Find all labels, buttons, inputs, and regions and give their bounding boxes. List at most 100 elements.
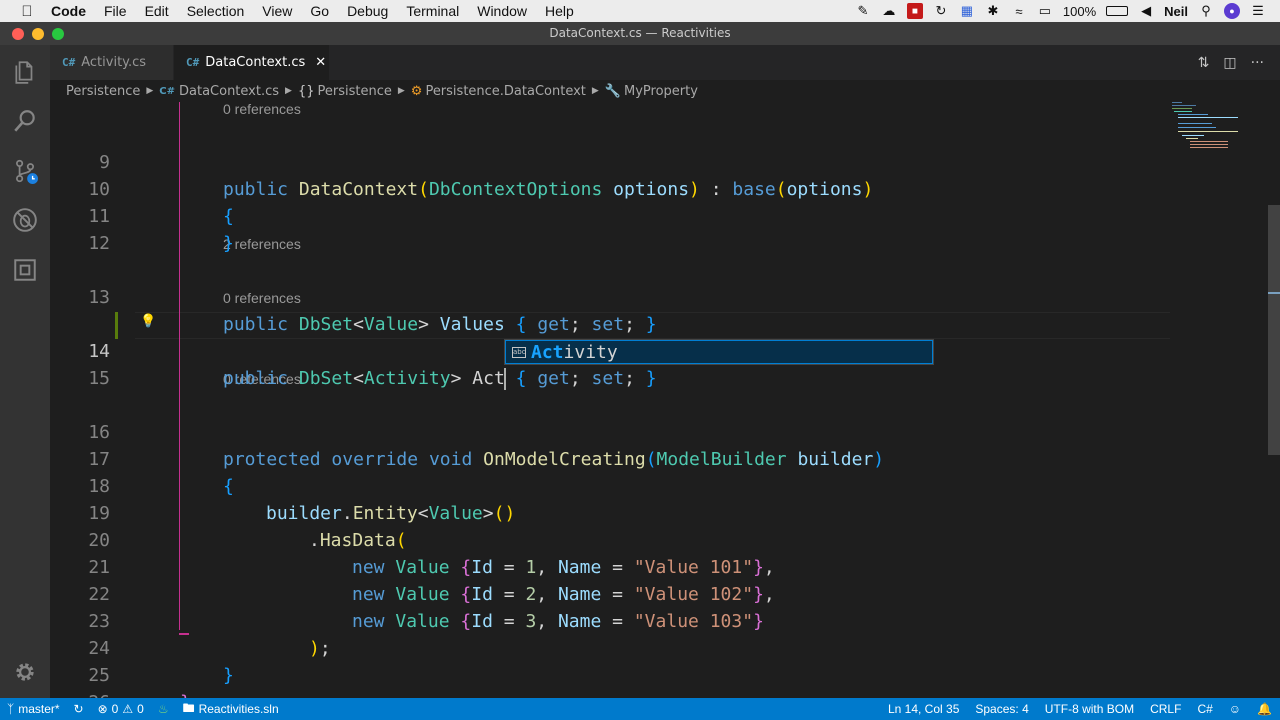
breadcrumb-folder[interactable]: Persistence	[66, 84, 140, 99]
breadcrumb-file[interactable]: DataContext.cs	[179, 84, 279, 99]
line-number: 15	[88, 368, 110, 389]
settings-gear-icon[interactable]	[12, 659, 38, 685]
git-branch-icon: ᛉ	[7, 702, 15, 716]
volume-icon[interactable]: ◀	[1138, 3, 1154, 19]
vertical-scrollbar[interactable]	[1268, 205, 1280, 455]
grid-icon[interactable]: ▦	[959, 3, 975, 19]
explorer-icon[interactable]	[12, 59, 38, 85]
solution-selector[interactable]: 🖿 Reactivities.sln	[176, 699, 286, 720]
airplay-icon[interactable]: ▭	[1037, 3, 1053, 19]
menu-edit[interactable]: Edit	[136, 3, 178, 19]
code-line: 19 .HasData(	[50, 473, 406, 551]
typing-icon[interactable]: ✎	[855, 3, 871, 19]
battery-percent[interactable]: 100%	[1063, 4, 1096, 19]
extensions-icon[interactable]	[12, 257, 38, 283]
modified-line-marker	[115, 312, 118, 339]
branch-name: master*	[18, 702, 60, 716]
menu-app-name[interactable]: Code	[42, 3, 95, 19]
branch-indicator[interactable]: ᛉ master*	[0, 702, 67, 716]
code-line: 26 }	[50, 662, 110, 698]
line-number: 12	[88, 233, 110, 254]
suggest-match: Act	[531, 341, 564, 363]
sync-icon: ↻	[73, 702, 84, 716]
suggest-item-activity[interactable]: abc Activity	[505, 340, 933, 364]
notification-center-icon[interactable]: ☰	[1250, 3, 1266, 19]
menu-go[interactable]: Go	[301, 3, 338, 19]
split-editor-icon[interactable]: ◫	[1223, 55, 1236, 71]
code-line: 10 {	[50, 149, 234, 227]
window-titlebar: DataContext.cs — Reactivities	[0, 22, 1280, 45]
time-machine-icon[interactable]: ↻	[933, 3, 949, 19]
end-of-line[interactable]: CRLF	[1142, 702, 1189, 716]
tab-activity-cs[interactable]: C# Activity.cs	[50, 45, 174, 80]
menu-window[interactable]: Window	[468, 3, 536, 19]
menu-help[interactable]: Help	[536, 3, 583, 19]
csharp-file-icon: C#	[62, 56, 76, 69]
siri-icon[interactable]: ●	[1224, 3, 1240, 19]
lightbulb-icon[interactable]: 💡	[140, 314, 156, 329]
menu-selection[interactable]: Selection	[178, 3, 254, 19]
menu-terminal[interactable]: Terminal	[397, 3, 468, 19]
user-name[interactable]: Neil	[1164, 4, 1188, 19]
code-line: 23 );	[50, 581, 330, 659]
debug-icon[interactable]	[12, 207, 38, 233]
line-number: 13	[88, 287, 110, 308]
open-changes-icon[interactable]: ⇅	[1198, 55, 1210, 71]
apple-icon[interactable]: 	[12, 3, 42, 20]
editor-tabs: C# Activity.cs C# DataContext.cs ✕ ⇅ ◫ ·…	[50, 45, 1280, 80]
close-tab-icon[interactable]: ✕	[315, 55, 326, 70]
language-mode[interactable]: C#	[1189, 702, 1220, 716]
close-window-button[interactable]	[12, 28, 24, 40]
omnisharp-status[interactable]: ♨	[151, 702, 176, 716]
text-cursor	[503, 368, 506, 390]
code-line: 11 }	[50, 176, 234, 254]
record-icon[interactable]: ■	[906, 3, 923, 19]
codelens-references[interactable]: 0 references	[223, 102, 301, 119]
battery-icon[interactable]	[1106, 6, 1129, 16]
sync-button[interactable]: ↻	[67, 702, 91, 716]
class-icon: ⚙	[410, 83, 423, 99]
folder-icon: 🖿	[182, 700, 195, 715]
search-icon[interactable]	[12, 108, 38, 134]
codelens-references[interactable]: 0 references	[223, 288, 301, 308]
notifications-bell-icon[interactable]: 🔔	[1249, 702, 1280, 716]
suggest-rest: ivity	[563, 341, 618, 363]
file-encoding[interactable]: UTF-8 with BOM	[1037, 702, 1142, 716]
code-line: 9 public DataContext(DbContextOptions op…	[50, 122, 873, 200]
breadcrumb-namespace[interactable]: Persistence	[318, 84, 392, 99]
code-line: 12	[50, 203, 110, 254]
indentation[interactable]: Spaces: 4	[967, 702, 1036, 716]
spotlight-search-icon[interactable]: ⚲	[1198, 3, 1214, 19]
cloud-icon[interactable]: ☁	[881, 3, 897, 19]
cursor-position[interactable]: Ln 14, Col 35	[880, 702, 967, 716]
status-bar: ᛉ master* ↻ ⊗ 0 ⚠ 0 ♨ 🖿 Reactivities.sln…	[0, 698, 1280, 720]
more-actions-icon[interactable]: ···	[1251, 55, 1264, 71]
code-line: 27	[50, 689, 93, 698]
bluetooth-icon[interactable]: ✱	[985, 3, 1001, 19]
tab-label: Activity.cs	[81, 55, 147, 70]
tab-datacontext-cs[interactable]: C# DataContext.cs ✕	[174, 45, 330, 80]
problems-indicator[interactable]: ⊗ 0 ⚠ 0	[91, 702, 151, 716]
feedback-icon[interactable]: ☺	[1221, 702, 1249, 716]
breadcrumb-class[interactable]: Persistence.DataContext	[425, 84, 585, 99]
code-line: 21 new Value {Id = 2, Name = "Value 102"…	[50, 527, 774, 605]
error-count: 0	[111, 702, 119, 716]
menu-debug[interactable]: Debug	[338, 3, 397, 19]
code-editor[interactable]: 💡 0 references 2 references 0 references…	[50, 102, 1280, 698]
menu-view[interactable]: View	[253, 3, 301, 19]
codelens-references[interactable]: 2 references	[223, 234, 301, 254]
code-line: 20 new Value {Id = 1, Name = "Value 101"…	[50, 500, 774, 578]
scrollbar-cursor-marker	[1268, 292, 1280, 294]
breadcrumb-property[interactable]: MyProperty	[624, 84, 698, 99]
menu-file[interactable]: File	[95, 3, 136, 19]
chevron-right-icon: ▶	[591, 86, 599, 96]
code-line: 16 protected override void OnModelCreati…	[50, 392, 884, 470]
suggest-widget: abc Activity	[504, 339, 934, 365]
minimap[interactable]	[1170, 102, 1266, 698]
wifi-icon[interactable]: ≈	[1011, 3, 1027, 19]
window-title: DataContext.cs — Reactivities	[549, 26, 731, 40]
minimize-window-button[interactable]	[32, 28, 44, 40]
zoom-window-button[interactable]	[52, 28, 64, 40]
source-control-icon[interactable]	[12, 158, 38, 184]
code-line: 25 }	[50, 635, 191, 698]
